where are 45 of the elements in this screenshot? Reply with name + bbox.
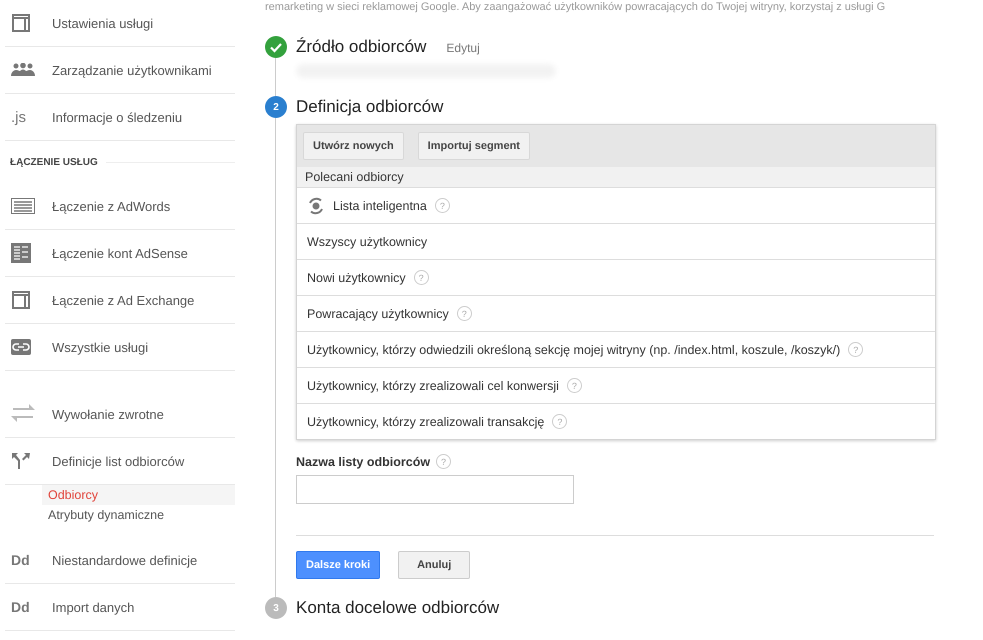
sidebar-subitem[interactable]: Odbiorcy bbox=[42, 485, 235, 505]
sidebar-item[interactable]: Dd Import danych bbox=[5, 584, 235, 631]
step-title: Definicja odbiorców bbox=[296, 96, 444, 118]
fork-icon bbox=[11, 451, 31, 471]
audience-option[interactable]: Lista inteligentna ? bbox=[297, 188, 935, 224]
sidebar-item[interactable]: Wywołanie zwrotne bbox=[5, 391, 235, 438]
sidebar-item[interactable]: Zarządzanie użytkownikami bbox=[5, 47, 235, 94]
sidebar-item[interactable]: Wszystkie usługi bbox=[5, 324, 235, 371]
toolbar-button[interactable]: Importuj segment bbox=[418, 132, 530, 160]
section-heading: ŁĄCZENIE USŁUG bbox=[9, 156, 98, 168]
audience-option[interactable]: Nowi użytkownicy ? bbox=[297, 260, 935, 296]
sidebar-item[interactable]: Łączenie kont AdSense bbox=[5, 230, 235, 277]
panel-icon bbox=[11, 290, 31, 310]
step-number: 3 bbox=[265, 597, 287, 619]
audience-option[interactable]: Użytkownicy, którzy zrealizowali transakcję ? bbox=[297, 404, 935, 439]
check-circle-icon bbox=[265, 36, 287, 58]
users-icon bbox=[11, 63, 35, 77]
list-name-input[interactable] bbox=[296, 475, 574, 504]
sidebar-subitem[interactable]: Atrybuty dynamiczne bbox=[42, 505, 235, 525]
icon-glyph: Dd bbox=[11, 552, 30, 568]
intro-text: remarketing w sieci reklamowej Google. Aby zaangażować użytkowników powracających do Twojej witryny, korzystaj z usługi G bbox=[265, 0, 886, 14]
icon-glyph: .js bbox=[11, 108, 26, 126]
cancel-button[interactable]: Anuluj bbox=[398, 551, 470, 579]
toolbar-button[interactable]: Utwórz nowych bbox=[303, 132, 404, 160]
sidebar-item[interactable]: Dd Niestandardowe definicje bbox=[5, 537, 235, 584]
panel-icon bbox=[11, 13, 31, 33]
step-title: Konta docelowe odbiorców bbox=[296, 597, 500, 619]
edit-link[interactable]: Edytuj bbox=[446, 37, 480, 59]
link-icon bbox=[11, 339, 31, 355]
step-title: Źródło odbiorców bbox=[296, 36, 426, 58]
audience-option[interactable]: Użytkownicy, którzy odwiedzili określoną sekcję mojej witryny (np. /index.html, koszule, /koszyk/) ? bbox=[297, 332, 935, 368]
field-label: Nazwa listy odbiorców bbox=[296, 454, 430, 468]
sidebar-item[interactable]: Łączenie z AdWords bbox=[5, 183, 235, 230]
audience-option[interactable]: Użytkownicy, którzy zrealizowali cel konwersji ? bbox=[297, 368, 935, 404]
audience-option[interactable]: Powracający użytkownicy ? bbox=[297, 296, 935, 332]
audience-option[interactable]: Wszyscy użytkownicy bbox=[297, 224, 935, 260]
sidebar-item[interactable]: Ustawienia usługi bbox=[5, 0, 235, 47]
sidebar-item[interactable]: Łączenie z Ad Exchange bbox=[5, 277, 235, 324]
columns-icon bbox=[11, 243, 31, 263]
orbit-icon bbox=[307, 196, 325, 214]
icon-glyph: Dd bbox=[11, 599, 30, 615]
sidebar-item[interactable]: .js Informacje o śledzeniu bbox=[5, 94, 235, 141]
text-lines-icon bbox=[11, 198, 35, 214]
step-number: 2 bbox=[265, 96, 287, 118]
section-header: Polecani odbiorcy bbox=[297, 167, 935, 188]
